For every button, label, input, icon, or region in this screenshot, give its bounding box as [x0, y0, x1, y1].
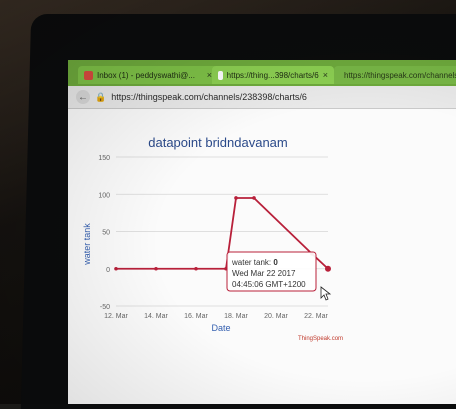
tooltip-date: Wed Mar 22 2017 — [232, 269, 296, 278]
x-tick-labels: 12. Mar 14. Mar 16. Mar 18. Mar 20. Mar 22. M… — [104, 313, 328, 320]
tooltip: water tank: 0 Wed Mar 22 2017 04:45:06 G… — [226, 251, 317, 292]
chart: datapoint bridndavanam -50 0 50 100 150 12. … — [82, 135, 343, 342]
tab-label: https://thingspeak.com/channels/238398 — [344, 70, 456, 80]
data-point[interactable] — [325, 265, 331, 272]
chart-credit[interactable]: ThingSpeak.com — [298, 336, 343, 342]
x-tick-label: 14. Mar — [144, 313, 168, 320]
page-icon — [218, 70, 223, 80]
y-tick-label: -50 — [100, 304, 110, 311]
tab-channel[interactable]: https://thingspeak.com/channels/238398 — [334, 66, 456, 84]
x-tick-label: 18. Mar — [224, 313, 248, 320]
chart-title: datapoint bridndavanam — [148, 135, 288, 150]
address-bar: ← 🔒 https://thingspeak.com/channels/2383… — [68, 86, 456, 109]
x-tick-label: 22. Mar — [304, 313, 328, 320]
data-point[interactable] — [154, 266, 158, 271]
x-tick-label: 12. Mar — [104, 313, 128, 320]
browser-tab-bar: Inbox (1) - peddyswathi@... × https://th… — [68, 60, 456, 86]
tab-chart[interactable]: https://thing...398/charts/6 × — [212, 66, 334, 84]
back-arrow-icon[interactable]: ← — [76, 90, 90, 104]
gmail-icon — [84, 70, 93, 80]
close-icon[interactable]: × — [323, 70, 328, 80]
tab-label: https://thing...398/charts/6 — [226, 70, 319, 80]
data-point[interactable] — [234, 196, 238, 200]
page-content: datapoint bridndavanam -50 0 50 100 150 12. … — [68, 109, 456, 404]
url-field[interactable]: https://thingspeak.com/channels/238398/c… — [111, 92, 307, 102]
lock-icon: 🔒 — [95, 91, 107, 102]
data-point[interactable] — [114, 266, 118, 271]
tooltip-time: 04:45:06 GMT+1200 — [232, 280, 306, 289]
mouse-cursor-icon — [320, 286, 332, 301]
laptop-screen: Inbox (1) - peddyswathi@... × https://th… — [68, 60, 456, 404]
y-tick-label: 50 — [102, 230, 110, 237]
tab-gmail[interactable]: Inbox (1) - peddyswathi@... × — [78, 66, 218, 84]
x-axis-label: Date — [211, 323, 230, 333]
y-axis-label: water tank — [82, 223, 92, 266]
y-tick-label: 100 — [98, 192, 110, 199]
data-point[interactable] — [194, 266, 198, 271]
x-tick-label: 16. Mar — [184, 313, 208, 320]
y-tick-label: 0 — [106, 267, 110, 274]
tab-label: Inbox (1) - peddyswathi@... — [97, 70, 195, 80]
tooltip-title: water tank: 0 — [231, 258, 278, 267]
y-tick-label: 150 — [98, 155, 110, 162]
x-tick-label: 20. Mar — [264, 313, 288, 320]
y-tick-labels: -50 0 50 100 150 — [98, 155, 110, 311]
data-point[interactable] — [252, 196, 256, 200]
